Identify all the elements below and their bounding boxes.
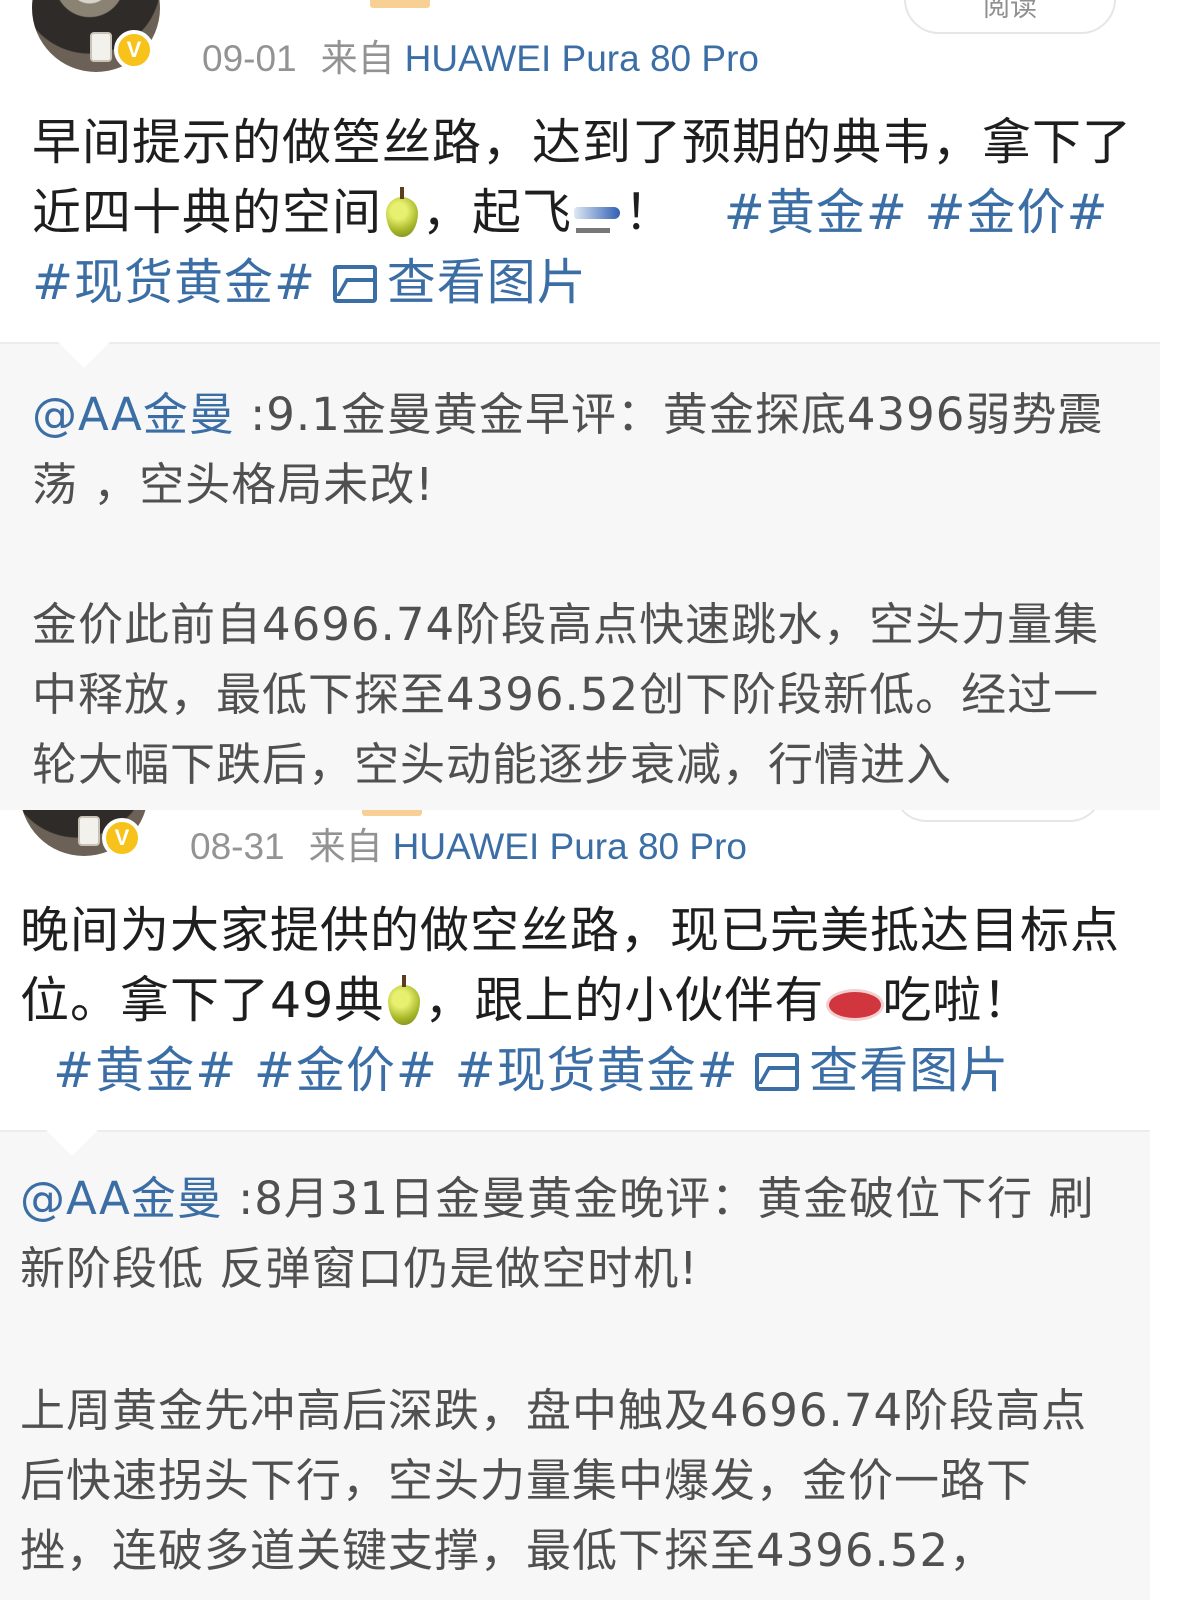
read-count-button[interactable]: 阅读 — [904, 0, 1116, 34]
repost-paragraph: 金价此前自4696.74阶段高点快速跳水，空头力量集中释放，最低下探至4396.… — [32, 590, 1122, 800]
post-text-part: 吃啦！ — [882, 972, 1033, 1029]
hashtag-link[interactable]: #现货黄金# — [32, 254, 316, 311]
repost-paragraph-text: 上周黄金先冲高后深跌，盘中触及4696.74阶段高点后快速拐头下行，空头力量集中… — [20, 1384, 1088, 1577]
verified-badge-icon: V — [114, 30, 154, 70]
pear-emoji-icon — [382, 187, 422, 237]
hashtag-link[interactable]: #金价# — [924, 184, 1108, 241]
device-link[interactable]: HUAWEI Pura 80 Pro — [405, 38, 759, 79]
repost-paragraph-text: 金价此前自4696.74阶段高点快速跳水，空头力量集中释放，最低下探至4396.… — [32, 598, 1100, 791]
mention-link[interactable]: @AA金曼 — [20, 1172, 223, 1225]
post-meta: 08-31 来自 HUAWEI Pura 80 Pro — [190, 816, 747, 870]
mention-link[interactable]: @AA金曼 — [32, 388, 235, 441]
read-count-button[interactable]: 阅读 — [892, 810, 1104, 822]
repost-card[interactable]: @AA金曼 :8月31日金曼黄金晚评：黄金破位下行 刷新阶段低 反弹窗口仍是做空… — [0, 1130, 1150, 1600]
post-card[interactable]: V 08-31 来自HUAWEI Pura 80 Pro 阅读 晚间为大家提供的做… — [0, 810, 1200, 1600]
hashtag-link[interactable]: #黄金# — [53, 1042, 237, 1099]
repost-paragraph: 上周黄金先冲高后深跌，盘中触及4696.74阶段高点后快速拐头下行，空头力量集中… — [20, 1376, 1110, 1586]
post-time: 09-01 — [202, 38, 297, 79]
hashtag-link[interactable]: #黄金# — [724, 184, 908, 241]
hashtag-link[interactable]: #金价# — [254, 1042, 438, 1099]
post-text-part: ，起飞 — [422, 184, 573, 241]
quote-caret — [58, 342, 110, 368]
view-image-link[interactable]: 查看图片 — [755, 1042, 1009, 1099]
post-time: 08-31 — [190, 826, 285, 867]
post-meta: 09-01 来自 HUAWEI Pura 80 Pro — [202, 28, 759, 82]
repost-card[interactable]: @AA金曼 :9.1金曼黄金早评：黄金探底4396弱势震荡 ，空头格局未改! 金… — [0, 342, 1160, 810]
source-label: 来自 — [308, 826, 383, 867]
read-label: 阅读 — [971, 810, 1025, 812]
view-image-label: 查看图片 — [809, 1042, 1010, 1099]
read-label: 阅读 — [983, 0, 1037, 23]
cup-image — [78, 816, 100, 846]
feed: V 09-01 来自 HUAWEI Pura 80 Pro 阅读 早间提示的做箜丝路… — [0, 0, 1200, 1600]
verified-badge-icon: V — [102, 818, 142, 858]
airplane-emoji-icon — [572, 197, 624, 233]
view-image-link[interactable]: 查看图片 — [332, 254, 587, 311]
post-text: 晚间为大家提供的做空丝路，现已完美抵达目标点位。拿下了49典 ，跟上的小伙伴有 吃啦… — [20, 896, 1120, 1106]
quote-caret — [46, 1130, 98, 1156]
pear-emoji-icon — [384, 975, 424, 1025]
image-icon — [332, 265, 377, 303]
view-image-label: 查看图片 — [386, 254, 587, 311]
post-text: 早间提示的做箜丝路，达到了预期的典韦，拿下了近四十典的空间 ，起飞！ #黄金# #… — [32, 108, 1132, 318]
post-text-part: ，跟上的小伙伴有 — [424, 972, 825, 1029]
post-text-part: ！ — [624, 184, 675, 241]
cup-image — [90, 32, 112, 62]
hashtag-link[interactable]: #现货黄金# — [455, 1042, 739, 1099]
image-icon — [755, 1053, 800, 1091]
repost-text: @AA金曼 :9.1金曼黄金早评：黄金探底4396弱势震荡 ，空头格局未改! — [32, 380, 1122, 520]
username-peek — [370, 0, 430, 8]
source-label: 来自 — [320, 38, 395, 79]
repost-text: @AA金曼 :8月31日金曼黄金晚评：黄金破位下行 刷新阶段低 反弹窗口仍是做空… — [20, 1164, 1110, 1304]
device-link[interactable]: HUAWEI Pura 80 Pro — [393, 826, 747, 867]
post-card[interactable]: V 09-01 来自 HUAWEI Pura 80 Pro 阅读 早间提示的做箜丝路… — [0, 0, 1200, 810]
meat-emoji-icon — [824, 983, 885, 1021]
